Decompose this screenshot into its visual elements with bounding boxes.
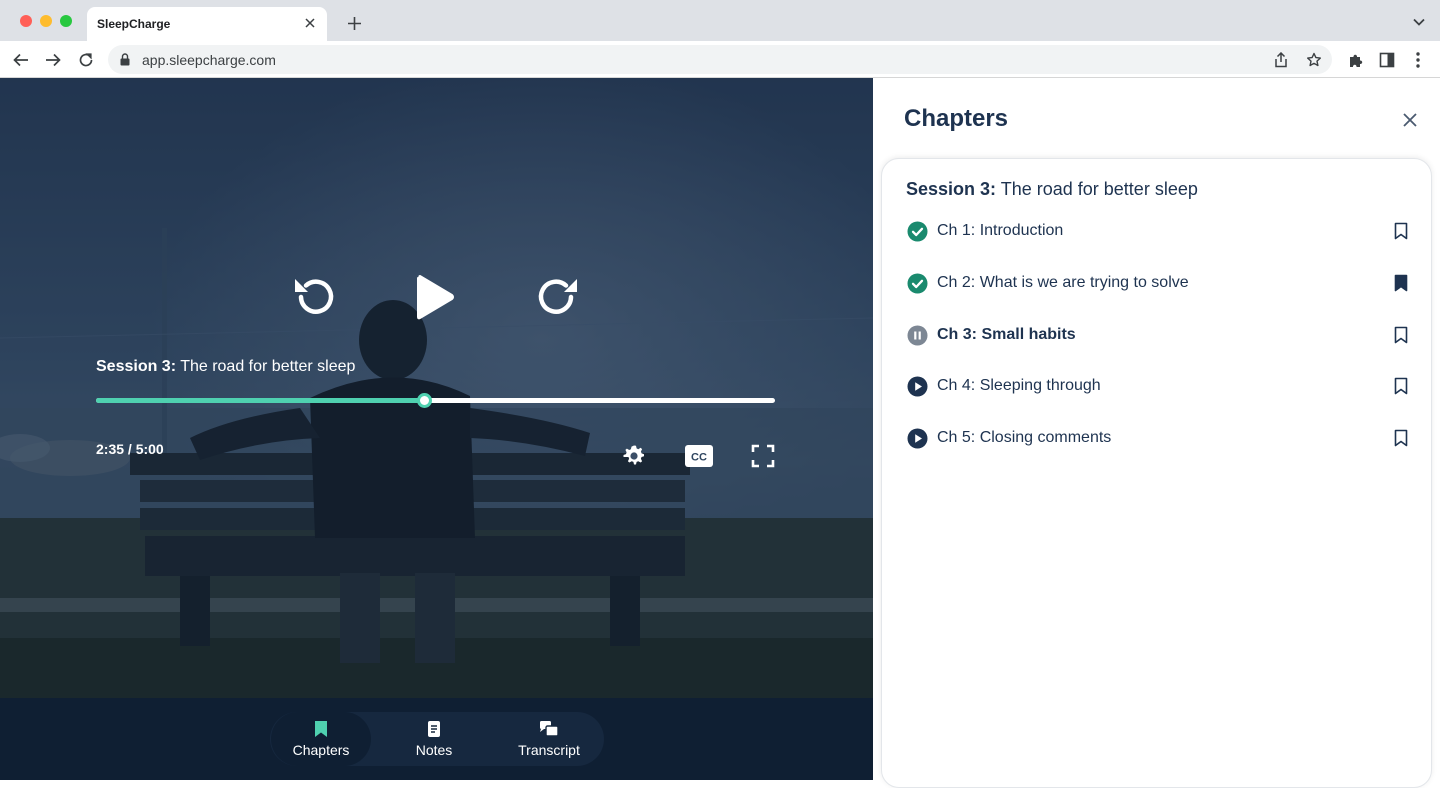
url-text: app.sleepcharge.com [142,52,276,68]
extensions-puzzle-icon[interactable] [1346,50,1366,70]
reload-icon[interactable] [76,50,96,70]
card-session-prefix: Session 3: [906,179,997,199]
share-icon[interactable] [1272,51,1290,69]
side-panel-icon[interactable] [1377,50,1397,70]
closed-captions-icon[interactable]: CC [684,442,714,470]
tab-notes[interactable]: Notes [384,712,484,766]
paused-icon [906,324,928,346]
chapter-label: Ch 3: Small habits [937,326,1076,343]
card-session-title: Session 3: The road for better sleep [906,179,1198,200]
bookmark-icon [315,721,327,737]
chapter-label: Ch 5: Closing comments [937,429,1112,446]
video-area[interactable]: Session 3: The road for better sleep 2:3… [0,78,873,698]
player-bottom-bar: Chapters Notes Transcript [0,698,873,780]
video-dim-overlay [0,78,873,698]
completed-check-icon [906,272,928,294]
chapter-item-1[interactable]: Ch 1: Introduction [906,215,1411,247]
close-window-button[interactable] [20,15,32,27]
bookmark-outline-icon[interactable] [1391,221,1411,241]
bottom-tab-group: Chapters Notes Transcript [270,712,604,766]
minimize-window-button[interactable] [40,15,52,27]
browser-toolbar: app.sleepcharge.com [0,41,1440,78]
fullscreen-icon[interactable] [749,442,777,470]
tab-close-icon[interactable] [301,14,319,32]
tab-chapters[interactable]: Chapters [271,712,371,766]
progress-thumb[interactable] [416,393,432,408]
chapter-item-2[interactable]: Ch 2: What is we are trying to solve [906,267,1411,299]
chapters-card: Session 3: The road for better sleep Ch … [881,158,1432,788]
chapters-panel: Chapters Session 3: The road for better … [873,78,1440,788]
completed-check-icon [906,220,928,242]
lock-icon [120,53,130,71]
chapter-item-4[interactable]: Ch 4: Sleeping through [906,370,1411,402]
forward-arrow-icon[interactable] [43,50,63,70]
svg-text:CC: CC [691,452,707,464]
maximize-window-button[interactable] [60,15,72,27]
back-arrow-icon[interactable] [11,50,31,70]
video-player: Session 3: The road for better sleep 2:3… [0,78,873,780]
rewind-icon[interactable] [290,271,340,323]
bookmark-outline-icon[interactable] [1391,325,1411,345]
play-circle-icon [906,375,928,397]
chapter-label: Ch 1: Introduction [937,222,1064,239]
bookmark-filled-icon[interactable] [1391,273,1411,293]
session-title: The road for better sleep [180,358,356,375]
player-session-title: Session 3: The road for better sleep [96,358,355,376]
new-tab-icon[interactable] [344,13,364,33]
settings-gear-icon[interactable] [620,442,648,470]
notes-icon [428,721,440,737]
progress-bar[interactable] [96,393,775,408]
play-circle-icon [906,427,928,449]
time-display: 2:35 / 5:00 [96,441,164,457]
transcript-icon [540,721,559,737]
bookmark-outline-icon[interactable] [1391,428,1411,448]
panel-title: Chapters [904,105,1009,132]
chapter-label: Ch 2: What is we are trying to solve [937,274,1189,291]
progress-fill [96,398,424,403]
tab-transcript[interactable]: Transcript [499,712,599,766]
fast-forward-icon[interactable] [532,271,582,323]
tab-transcript-label: Transcript [518,742,580,758]
tab-chapters-label: Chapters [292,742,350,758]
star-icon[interactable] [1305,51,1323,69]
close-panel-icon[interactable] [1400,110,1420,130]
browser-menu-kebab-icon[interactable] [1408,50,1428,70]
tab-notes-label: Notes [415,742,453,758]
chapter-item-5[interactable]: Ch 5: Closing comments [906,422,1411,454]
browser-tab[interactable]: SleepCharge [87,7,327,41]
bookmark-outline-icon[interactable] [1391,376,1411,396]
tab-search-chevron-icon[interactable] [1412,15,1426,29]
session-prefix: Session 3: [96,358,177,375]
browser-tab-strip: SleepCharge [0,0,1440,41]
card-session-name: The road for better sleep [1000,179,1198,199]
chapter-item-3[interactable]: Ch 3: Small habits [906,319,1411,351]
chapter-label: Ch 4: Sleeping through [937,377,1101,394]
play-icon[interactable] [410,271,460,323]
tab-title: SleepCharge [97,17,171,31]
address-bar[interactable]: app.sleepcharge.com [108,45,1332,74]
